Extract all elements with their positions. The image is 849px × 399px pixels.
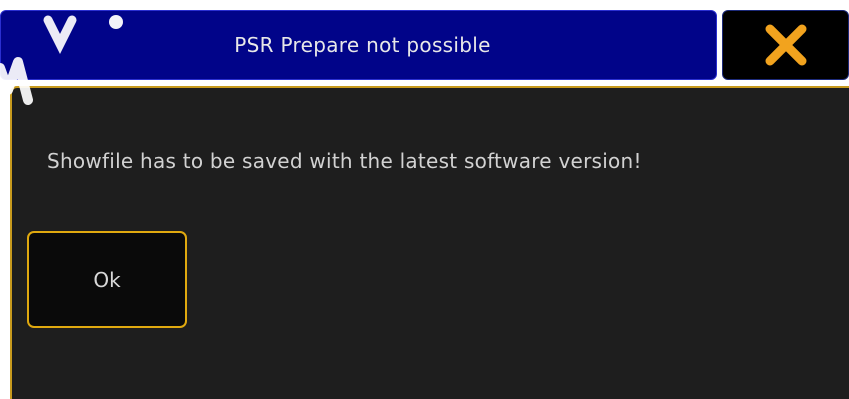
ok-button[interactable]: Ok: [27, 231, 187, 328]
close-button[interactable]: [722, 10, 849, 80]
dialog-body: Showfile has to be saved with the latest…: [10, 86, 849, 399]
close-x-icon: [765, 24, 806, 66]
dialog-message: Showfile has to be saved with the latest…: [47, 149, 642, 173]
dialog-title-bar: PSR Prepare not possible: [0, 10, 717, 80]
psr-prepare-dialog-screen: PSR Prepare not possible Showfile has to…: [0, 0, 849, 399]
dialog-title: PSR Prepare not possible: [234, 33, 491, 57]
